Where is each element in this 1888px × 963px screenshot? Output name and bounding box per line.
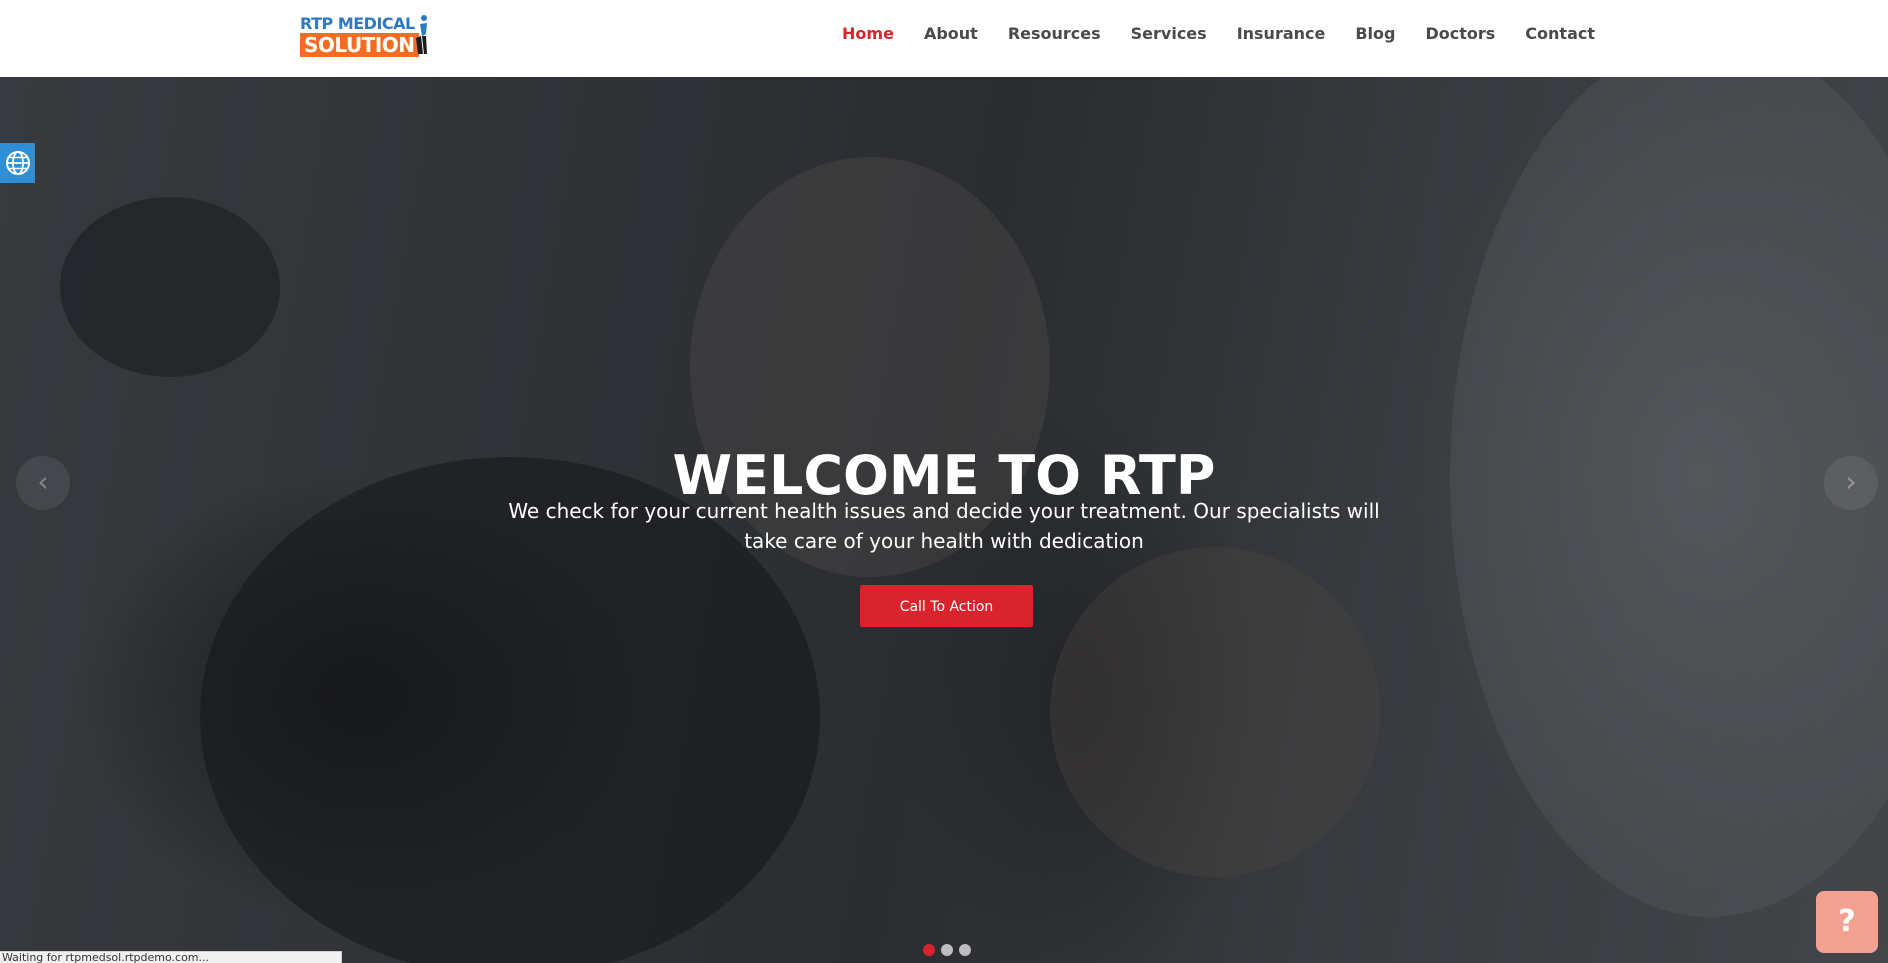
logo-top-text: RTP MEDICAL [300, 14, 415, 33]
nav-insurance[interactable]: Insurance [1237, 22, 1326, 46]
slider-next-button[interactable]: › [1824, 456, 1878, 510]
nav-about[interactable]: About [924, 22, 978, 46]
slider-dot[interactable] [923, 944, 935, 956]
hero-slider: WELCOME TO RTP We check for your current… [0, 77, 1888, 963]
logo-figure-icon [416, 15, 427, 54]
browser-status-bar: Waiting for rtpmedsol.rtpdemo.com... [0, 951, 342, 963]
logo-bottom-text: SOLUTION [300, 33, 419, 57]
main-nav: Home About Resources Services Insurance … [812, 22, 1595, 46]
call-to-action-button[interactable]: Call To Action [860, 585, 1033, 627]
globe-icon [5, 151, 30, 175]
chevron-right-icon: › [1845, 465, 1857, 498]
site-logo[interactable]: RTP MEDICAL SOLUTION [300, 14, 430, 58]
chevron-left-icon: ‹ [37, 465, 49, 498]
nav-doctors[interactable]: Doctors [1425, 22, 1495, 46]
slider-dot[interactable] [959, 944, 971, 956]
nav-services[interactable]: Services [1131, 22, 1207, 46]
question-icon: ? [1838, 904, 1856, 939]
site-header: RTP MEDICAL SOLUTION Home About Resource… [0, 0, 1888, 77]
language-button[interactable] [0, 143, 35, 183]
nav-home[interactable]: Home [842, 22, 894, 46]
hero-description: We check for your current health issues … [508, 499, 1380, 553]
nav-blog[interactable]: Blog [1355, 22, 1395, 46]
help-button[interactable]: ? [1816, 891, 1878, 953]
nav-resources[interactable]: Resources [1008, 22, 1101, 46]
slider-prev-button[interactable]: ‹ [16, 456, 70, 510]
nav-contact[interactable]: Contact [1525, 22, 1595, 46]
slider-dot[interactable] [941, 944, 953, 956]
slider-pagination [923, 944, 971, 956]
